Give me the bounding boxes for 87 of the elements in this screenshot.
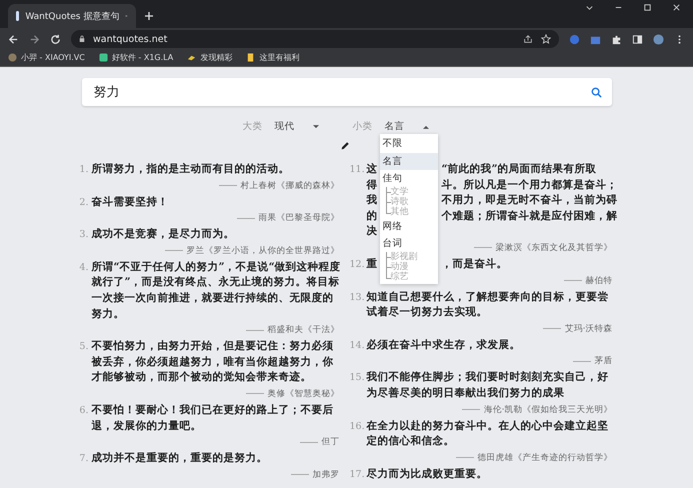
filter-label: 大类 — [242, 120, 262, 133]
quote-number: 3. — [78, 228, 90, 242]
quote-text: 尽力而为比成败更重要。 — [366, 466, 488, 482]
quote-text: 斗。所以凡是一个用力都算是奋斗； — [442, 178, 618, 193]
filter-dropdown[interactable]: 名言 — [384, 118, 428, 135]
quote-number: 15. — [350, 371, 366, 386]
quote-text: 我们不能停住脚步；我们要时时刻刻充实自己，好为尽善尽美的明日奉献出我们努力的成果 — [366, 370, 610, 401]
browser-tab[interactable]: WantQuotes 据意查句 — [8, 4, 136, 28]
site-favicon-icon — [16, 11, 20, 21]
quote-text: 所谓“不亚于任何人的努力”，不是说“做到这种程度就行了”，而是没有终点、永无止境的努力。将目标一次接一次向前推进，就要进行持续的、无限度的努力。 — [92, 260, 342, 322]
folder-icon — [246, 52, 256, 62]
filter-label: 小类 — [352, 120, 372, 133]
sidebar-icon[interactable] — [632, 34, 643, 44]
new-tab-icon[interactable] — [144, 11, 154, 21]
quote-source: 雨果《巴黎圣母院》 — [258, 212, 340, 224]
quote-text: 重 — [366, 256, 378, 272]
puzzle-icon[interactable] — [611, 34, 622, 44]
quote-text: 知道自己想要什么，了解想要奔向的目标，更要尝试着尽一切努力去实现。 — [366, 290, 610, 320]
quote-source: 茅盾 — [594, 355, 612, 368]
lock-icon — [79, 35, 85, 43]
quote-number: 4. — [78, 260, 90, 275]
share-icon[interactable] — [523, 34, 533, 44]
quote-number: 1. — [78, 163, 90, 177]
quote-text: 成功并不是重要的，重要的是努力。 — [92, 451, 268, 466]
quote-text: 决 — [366, 224, 378, 240]
quote-number: 5. — [78, 340, 90, 354]
quote-source: 海伦·凯勒《假如给我三天光明》 — [484, 404, 612, 416]
quote-source: 梁漱溟《东西文化及其哲学》 — [496, 242, 612, 254]
caret-icon — [422, 124, 428, 128]
quote-text: 不要怕努力，由努力开始，但是要记住：努力必须被丢弃，你必须超越努力，唯有当你超越努力，你才能够被动，而那个被动的觉知会带来奇迹。 — [92, 339, 334, 386]
quote-number: 16. — [350, 420, 366, 434]
tab-title: WantQuotes 据意查句 — [25, 10, 120, 22]
app-icon — [98, 52, 108, 62]
profile-avatar-icon[interactable] — [653, 34, 664, 44]
quote-number: 11. — [350, 163, 366, 177]
caret-icon — [312, 124, 318, 128]
star-icon[interactable] — [541, 34, 551, 44]
quote-text: ，而是奋斗。 — [442, 256, 508, 272]
quote-number: 12. — [350, 258, 366, 272]
quote-source: 奥修《智慧奥秘》 — [268, 388, 340, 400]
bookmark-link[interactable]: 发现精彩 — [187, 52, 232, 62]
quote-number: 6. — [78, 404, 90, 418]
quote-source: 罗兰《罗兰小语，从你的全世界路过》 — [186, 244, 340, 257]
quote-text: 我 — [366, 193, 378, 208]
bookmark-link[interactable]: 这里有福利 — [246, 52, 300, 62]
quote-text: 个难题；所谓奋斗就是应付困难，解 — [442, 208, 618, 224]
address-field[interactable]: wantquotes.net — [71, 30, 559, 48]
quote-number: 17. — [350, 468, 366, 482]
maximize-icon[interactable] — [643, 2, 652, 12]
quote-source: 赫伯特 — [586, 274, 612, 287]
quote-source: 加弗罗 — [312, 468, 340, 481]
quote-source: 艾玛·沃特森 — [564, 322, 612, 335]
quote-number: 13. — [350, 290, 366, 305]
forward-arrow-icon[interactable] — [29, 34, 40, 44]
quote-text: 必须在奋斗中求生存，求发展。 — [366, 338, 520, 353]
quote-text: 得 — [366, 178, 378, 193]
menu-item[interactable]: 台词 — [380, 235, 438, 252]
quote-text: 在全力以赴的努力奋斗中。在人的心中会建立起坚定的信心和信念。 — [366, 418, 610, 450]
quote-source: 村上春树《挪威的森林》 — [240, 180, 340, 192]
quote-source: 但丁 — [322, 436, 340, 448]
quote-text: 成功不是竞赛，是尽力而为。 — [92, 227, 234, 242]
quote-number: 14. — [350, 338, 366, 353]
quote-source: 德田虎雄《产生奇迹的行动哲学》 — [478, 452, 612, 464]
quote-text: 不用力，即是无时不奋斗，当前为碍 — [442, 193, 618, 208]
quote-text: 不要怕！要耐心！我们已在更好的路上了；不要后退，发展你的力量吧。 — [92, 402, 334, 434]
bookmark-link[interactable]: 好软件 - X1G.LA — [98, 52, 174, 62]
close-icon[interactable] — [672, 2, 681, 12]
menu-item[interactable]: 佳句 — [380, 170, 438, 188]
avatar-icon — [8, 52, 17, 62]
reload-icon[interactable] — [50, 34, 61, 44]
menu-item[interactable]: 网络 — [380, 218, 438, 235]
quote-number: 7. — [78, 452, 90, 466]
quote-text: “前此的我”的局面而结果有所取 — [442, 162, 597, 177]
menu-item[interactable]: 名言 — [380, 152, 438, 170]
search-field[interactable]: 努力 — [82, 78, 612, 106]
quote-text: 的 — [366, 208, 378, 224]
quote-number: 2. — [78, 196, 90, 210]
search-icon[interactable] — [590, 86, 602, 98]
quote-text: 所谓努力，指的是主动而有目的的活动。 — [92, 162, 290, 177]
quote-text: 这 — [366, 162, 378, 177]
quote-source: 稻盛和夫《干法》 — [268, 324, 340, 336]
filter-dropdown[interactable]: 现代 — [274, 118, 318, 135]
pencil-icon[interactable] — [340, 141, 350, 151]
menu-item[interactable]: 不限 — [380, 135, 438, 152]
bookmark-link[interactable]: 小羿 - XIAOYI.VC — [8, 52, 85, 62]
quote-text: 奋斗需要坚持！ — [92, 194, 168, 210]
back-arrow-icon[interactable] — [8, 34, 19, 44]
